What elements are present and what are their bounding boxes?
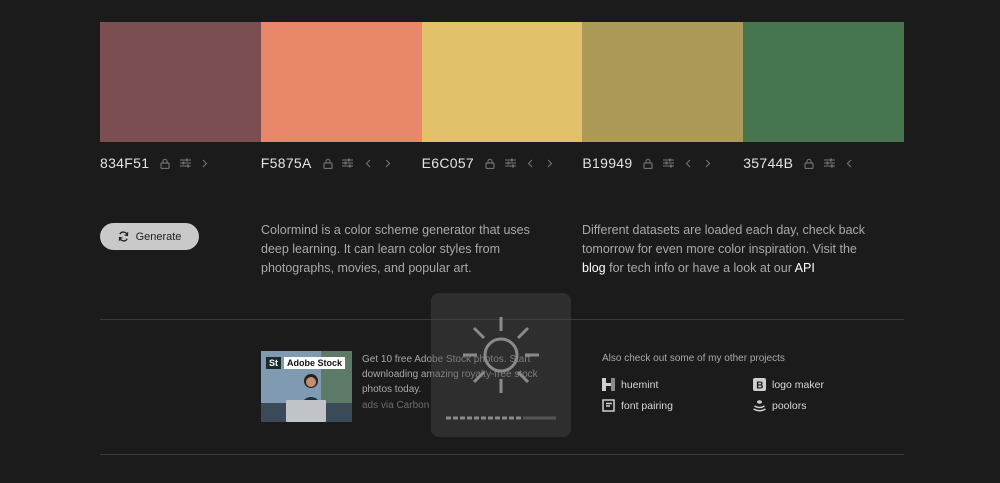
generate-label: Generate [135,230,182,243]
ad-via-label[interactable]: ads via Carbon [362,400,429,411]
hex-code[interactable]: 35744B [743,155,793,171]
description-right: Different datasets are loaded each day, … [582,221,872,278]
huemint-icon [602,378,615,391]
other-projects-title: Also check out some of my other projects [602,353,785,364]
divider [100,454,904,455]
arrow-right-icon[interactable] [542,155,558,171]
adjust-icon[interactable] [340,155,356,171]
project-label: logo maker [772,378,824,391]
poolors-link[interactable]: poolors [753,399,806,412]
color-codes-row: 834F51 F5875A E6C057 B19949 35744B [100,152,904,174]
color-code-cell: E6C057 [422,152,583,174]
adjust-icon[interactable] [177,155,193,171]
project-label: poolors [772,399,807,412]
adjust-icon[interactable] [821,155,837,171]
lock-icon[interactable] [320,155,336,171]
arrow-left-icon[interactable] [680,155,696,171]
color-code-cell: 35744B [743,152,904,174]
blog-link[interactable]: blog [582,261,606,275]
arrow-right-icon[interactable] [197,155,213,171]
description-left: Colormind is a color scheme generator th… [261,223,530,275]
project-label: huemint [621,378,659,391]
ad-brand: Adobe Stock [284,357,346,369]
api-link[interactable]: API [795,261,815,275]
generate-button[interactable]: Generate [100,223,199,250]
lock-icon[interactable] [482,155,498,171]
palette [100,22,904,142]
font-pairing-link[interactable]: font pairing [602,399,673,412]
color-swatch-2[interactable] [260,22,422,142]
lock-icon[interactable] [640,155,656,171]
hex-code[interactable]: E6C057 [422,155,474,171]
lock-icon[interactable] [157,155,173,171]
color-swatch-4[interactable] [582,22,744,142]
hex-code[interactable]: 834F51 [100,155,149,171]
adjust-icon[interactable] [660,155,676,171]
arrow-left-icon[interactable] [522,155,538,171]
lock-icon[interactable] [801,155,817,171]
ad-image[interactable]: St Adobe Stock [261,351,352,422]
description-text: Different datasets are loaded each day, … [582,223,866,256]
arrow-left-icon[interactable] [360,155,376,171]
adjust-icon[interactable] [502,155,518,171]
project-label: font pairing [621,399,673,412]
arrow-right-icon[interactable] [380,155,396,171]
huemint-link[interactable]: huemint [602,378,658,391]
refresh-icon [118,231,128,242]
loading-overlay [431,293,571,437]
color-swatch-1[interactable] [100,22,261,142]
description-text: for tech info or have a look at our [605,261,795,275]
logo-maker-icon: B [753,378,766,391]
sun-loading-icon [446,317,556,420]
color-swatch-5[interactable] [743,22,904,142]
color-swatch-3[interactable] [421,22,583,142]
font-pairing-icon [602,399,615,412]
poolors-icon [753,399,766,412]
color-code-cell: B19949 [582,152,743,174]
svg-text:B: B [756,381,763,392]
arrow-left-icon[interactable] [841,155,857,171]
color-code-cell: 834F51 [100,152,261,174]
color-code-cell: F5875A [261,152,422,174]
adobe-stock-logo: St [266,357,281,369]
hex-code[interactable]: F5875A [261,155,312,171]
hex-code[interactable]: B19949 [582,155,632,171]
arrow-right-icon[interactable] [700,155,716,171]
logo-maker-link[interactable]: B logo maker [753,378,824,391]
